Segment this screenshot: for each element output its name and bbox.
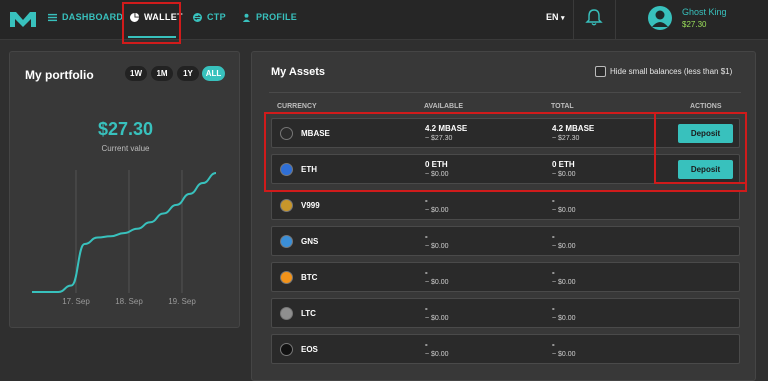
total-usd: ~ $0.00	[552, 207, 576, 214]
nav-dashboard[interactable]: DASHBOARD	[48, 12, 123, 22]
available-amount: -	[425, 340, 428, 349]
portfolio-chart: 17. Sep 18. Sep 19. Sep	[32, 170, 217, 306]
nav-dashboard-label: DASHBOARD	[62, 12, 124, 22]
language-value: EN	[546, 12, 559, 22]
x-tick-label: 18. Sep	[115, 297, 143, 306]
pie-chart-icon	[130, 12, 139, 22]
available-usd: ~ $0.00	[425, 351, 449, 358]
available-amount: -	[425, 304, 428, 313]
column-header-total: TOTAL	[551, 103, 574, 110]
asset-name: MBASE	[301, 129, 330, 138]
nav-ctp[interactable]: CTP	[193, 12, 226, 22]
x-tick-label: 17. Sep	[62, 297, 90, 306]
nav-wallet-label: WALLET	[144, 12, 183, 22]
total-amount: -	[552, 304, 555, 313]
list-icon	[48, 13, 57, 21]
asset-name: LTC	[301, 309, 316, 318]
x-tick-label: 19. Sep	[168, 297, 196, 306]
asset-row: BTC - ~ $0.00 - ~ $0.00	[271, 262, 740, 292]
available-amount: -	[425, 232, 428, 241]
available-usd: ~ $0.00	[425, 243, 449, 250]
language-selector[interactable]: EN ▾	[546, 12, 565, 22]
assets-title: My Assets	[271, 66, 326, 78]
total-usd: ~ $0.00	[552, 171, 576, 178]
asset-row: ETH 0 ETH ~ $0.00 0 ETH ~ $0.00 Deposit	[271, 154, 740, 184]
asset-name: GNS	[301, 237, 319, 246]
total-usd: ~ $0.00	[552, 351, 576, 358]
available-amount: -	[425, 268, 428, 277]
bell-icon[interactable]	[585, 8, 603, 28]
deposit-button[interactable]: Deposit	[678, 160, 733, 179]
user-icon	[242, 13, 251, 22]
total-usd: ~ $27.30	[552, 135, 580, 142]
asset-row: GNS - ~ $0.00 - ~ $0.00	[271, 226, 740, 256]
portfolio-panel: My portfolio 1W 1M 1Y ALL $27.30 Current…	[9, 51, 240, 328]
nav-profile[interactable]: PROFILE	[242, 12, 297, 22]
user-avatar-icon	[652, 10, 668, 27]
deposit-button[interactable]: Deposit	[678, 124, 733, 143]
total-usd: ~ $0.00	[552, 279, 576, 286]
available-usd: ~ $0.00	[425, 207, 449, 214]
total-amount: -	[552, 268, 555, 277]
user-balance: $27.30	[682, 20, 707, 29]
asset-row: EOS - ~ $0.00 - ~ $0.00	[271, 334, 740, 364]
nav-wallet[interactable]: WALLET	[130, 12, 183, 22]
logo-icon[interactable]	[8, 9, 38, 29]
column-header-available: AVAILABLE	[424, 103, 464, 110]
available-usd: ~ $27.30	[425, 135, 453, 142]
hide-small-balances-label[interactable]: Hide small balances (less than $1)	[610, 67, 732, 76]
total-amount: -	[552, 232, 555, 241]
caret-down-icon: ▾	[561, 15, 565, 22]
eos-icon	[280, 343, 293, 356]
asset-name: EOS	[301, 345, 318, 354]
avatar[interactable]	[648, 6, 672, 30]
asset-name: V999	[301, 201, 320, 210]
total-amount: 4.2 MBASE	[552, 124, 595, 133]
v999-icon	[280, 199, 293, 212]
eth-icon	[280, 163, 293, 176]
available-usd: ~ $0.00	[425, 279, 449, 286]
total-amount: -	[552, 196, 555, 205]
active-tab-indicator	[128, 36, 176, 38]
assets-panel: My Assets Hide small balances (less than…	[251, 51, 756, 381]
available-amount: 0 ETH	[425, 160, 448, 169]
exchange-icon	[193, 12, 202, 22]
btc-icon	[280, 271, 293, 284]
divider	[573, 0, 574, 40]
top-navbar: DASHBOARD WALLET CTP PROFILE EN ▾ Ghost …	[0, 0, 768, 40]
asset-row: V999 - ~ $0.00 - ~ $0.00	[271, 190, 740, 220]
available-usd: ~ $0.00	[425, 171, 449, 178]
nav-profile-label: PROFILE	[256, 12, 298, 22]
hide-small-balances-checkbox[interactable]	[595, 66, 606, 77]
available-amount: 4.2 MBASE	[425, 124, 468, 133]
total-amount: -	[552, 340, 555, 349]
total-usd: ~ $0.00	[552, 315, 576, 322]
available-usd: ~ $0.00	[425, 315, 449, 322]
column-header-currency: CURRENCY	[277, 103, 317, 110]
asset-row: MBASE 4.2 MBASE ~ $27.30 4.2 MBASE ~ $27.30 D…	[271, 118, 740, 148]
header-divider	[269, 92, 741, 93]
asset-row: LTC - ~ $0.00 - ~ $0.00	[271, 298, 740, 328]
asset-name: ETH	[301, 165, 317, 174]
total-usd: ~ $0.00	[552, 243, 576, 250]
gns-icon	[280, 235, 293, 248]
ltc-icon	[280, 307, 293, 320]
user-name: Ghost King	[682, 7, 727, 17]
column-header-actions: ACTIONS	[690, 103, 722, 110]
divider	[615, 0, 616, 40]
total-amount: 0 ETH	[552, 160, 575, 169]
nav-ctp-label: CTP	[207, 12, 226, 22]
portfolio-series-line	[32, 172, 217, 293]
mbase-icon	[280, 127, 293, 140]
available-amount: -	[425, 196, 428, 205]
asset-name: BTC	[301, 273, 318, 282]
